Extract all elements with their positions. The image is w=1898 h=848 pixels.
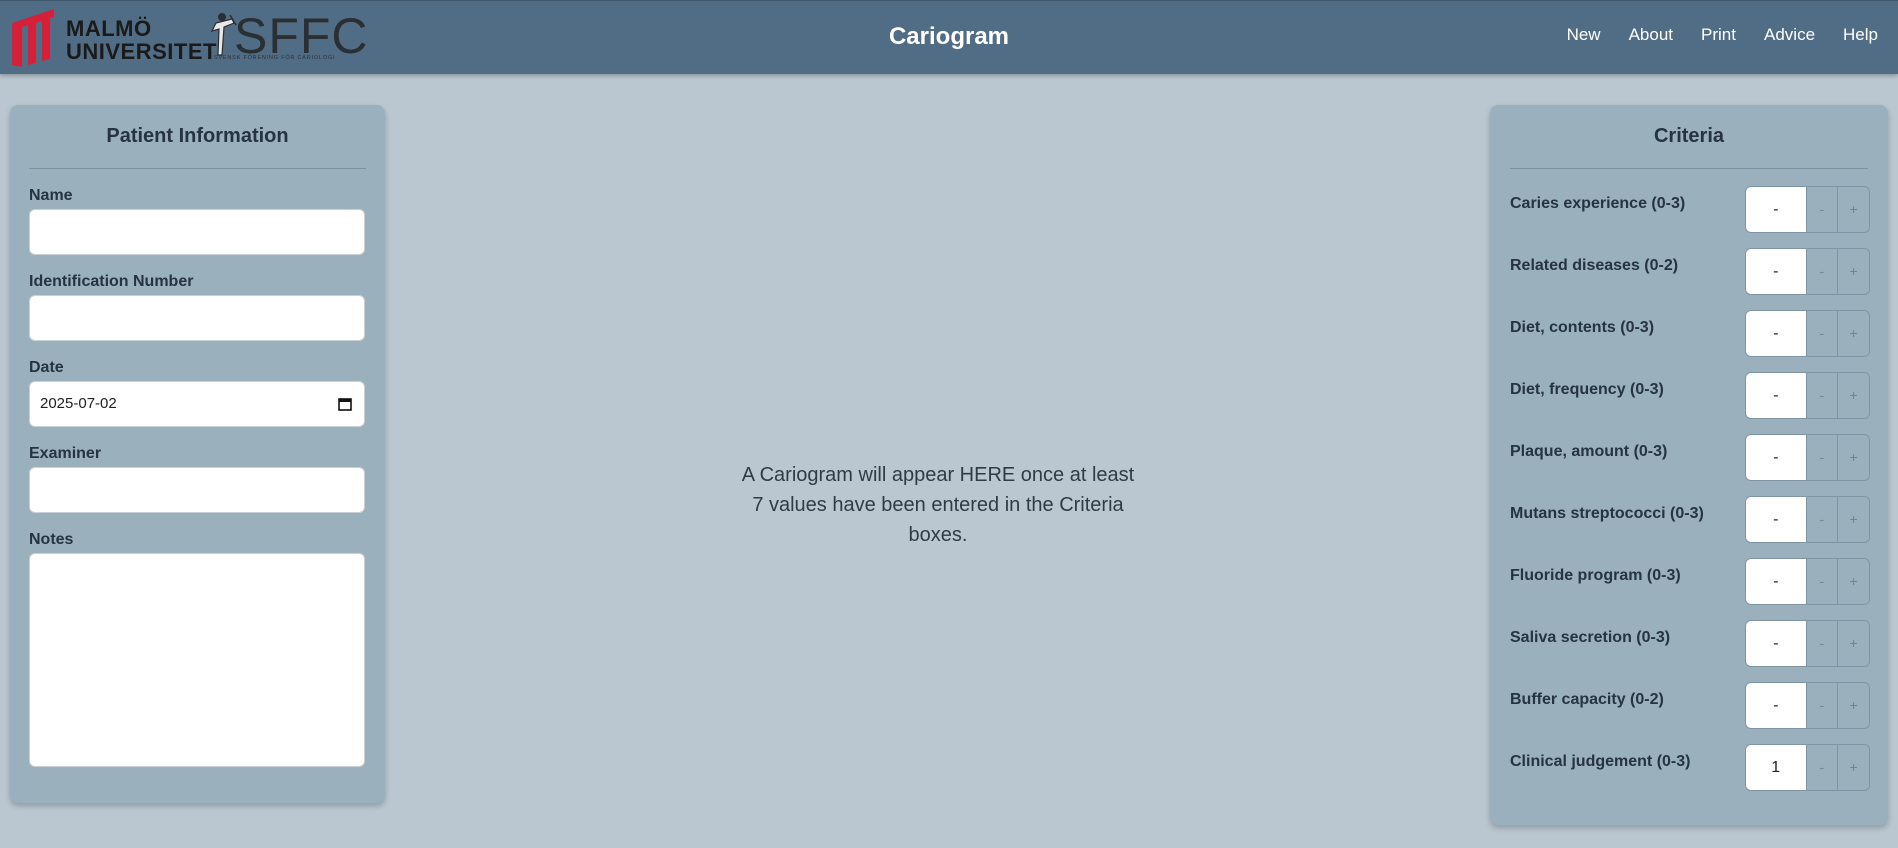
identification-number-label: Identification Number xyxy=(29,273,194,290)
criteria-row-mutans-streptococci: Mutans streptococci (0-3) - - + xyxy=(1510,496,1870,544)
sffc-tagline: SVENSK FÖRENING FÖR CARIOLOGI xyxy=(214,55,336,61)
criteria-label: Fluoride program (0-3) xyxy=(1510,567,1681,584)
criteria-row-diet-contents: Diet, contents (0-3) - - + xyxy=(1510,310,1870,358)
criteria-label: Mutans streptococci (0-3) xyxy=(1510,505,1704,522)
criteria-stepper: - - + xyxy=(1745,434,1870,481)
name-field[interactable] xyxy=(29,209,365,255)
criteria-row-plaque-amount: Plaque, amount (0-3) - - + xyxy=(1510,434,1870,482)
nav-new[interactable]: New xyxy=(1567,25,1601,45)
criteria-row-buffer-capacity: Buffer capacity (0-2) - - + xyxy=(1510,682,1870,730)
criteria-value-field[interactable]: - xyxy=(1746,373,1806,418)
criteria-value-field[interactable]: - xyxy=(1746,497,1806,542)
decrement-button[interactable]: - xyxy=(1805,311,1838,356)
decrement-button[interactable]: - xyxy=(1805,373,1838,418)
decrement-button[interactable]: - xyxy=(1805,559,1838,604)
criteria-row-diet-frequency: Diet, frequency (0-3) - - + xyxy=(1510,372,1870,420)
criteria-stepper: - - + xyxy=(1745,682,1870,729)
criteria-value-field[interactable]: 1 xyxy=(1746,745,1806,790)
criteria-stepper: - - + xyxy=(1745,372,1870,419)
increment-button[interactable]: + xyxy=(1837,249,1869,294)
criteria-row-clinical-judgement: Clinical judgement (0-3) 1 - + xyxy=(1510,744,1870,792)
criteria-label: Caries experience (0-3) xyxy=(1510,195,1686,212)
criteria-stepper: - - + xyxy=(1745,248,1870,295)
criteria-value-field[interactable]: - xyxy=(1746,249,1806,294)
criteria-value-field[interactable]: - xyxy=(1746,683,1806,728)
increment-button[interactable]: + xyxy=(1837,621,1869,666)
date-value: 2025-07-02 xyxy=(40,395,117,412)
increment-button[interactable]: + xyxy=(1837,497,1869,542)
criteria-label: Diet, contents (0-3) xyxy=(1510,319,1655,336)
increment-button[interactable]: + xyxy=(1837,187,1869,232)
criteria-value-field[interactable]: - xyxy=(1746,187,1806,232)
criteria-label: Saliva secretion (0-3) xyxy=(1510,629,1671,646)
criteria-stepper: - - + xyxy=(1745,310,1870,357)
criteria-value-field[interactable]: - xyxy=(1746,435,1806,480)
criteria-label: Buffer capacity (0-2) xyxy=(1510,691,1664,708)
increment-button[interactable]: + xyxy=(1837,559,1869,604)
criteria-label: Clinical judgement (0-3) xyxy=(1510,753,1691,770)
criteria-panel: Criteria Caries experience (0-3) - - + R… xyxy=(1490,105,1888,825)
criteria-stepper: - - + xyxy=(1745,620,1870,667)
decrement-button[interactable]: - xyxy=(1805,249,1838,294)
criteria-panel-divider xyxy=(1510,168,1868,169)
calendar-icon[interactable] xyxy=(338,397,352,411)
criteria-row-caries-experience: Caries experience (0-3) - - + xyxy=(1510,186,1870,234)
decrement-button[interactable]: - xyxy=(1805,745,1838,790)
patient-panel-divider xyxy=(29,168,366,169)
examiner-field[interactable] xyxy=(29,467,365,513)
decrement-button[interactable]: - xyxy=(1805,435,1838,480)
top-header: MALMÖ UNIVERSITET SFFC SVENSK FÖRENING F… xyxy=(0,0,1898,74)
criteria-label: Plaque, amount (0-3) xyxy=(1510,443,1668,460)
increment-button[interactable]: + xyxy=(1837,683,1869,728)
criteria-row-related-diseases: Related diseases (0-2) - - + xyxy=(1510,248,1870,296)
decrement-button[interactable]: - xyxy=(1805,497,1838,542)
date-field[interactable]: 2025-07-02 xyxy=(29,381,365,427)
name-label: Name xyxy=(29,187,73,204)
date-label: Date xyxy=(29,359,64,376)
decrement-button[interactable]: - xyxy=(1805,621,1838,666)
notes-label: Notes xyxy=(29,531,74,548)
nav-advice[interactable]: Advice xyxy=(1764,25,1815,45)
decrement-button[interactable]: - xyxy=(1805,683,1838,728)
placeholder-line-1: A Cariogram will appear HERE once at lea… xyxy=(741,464,1135,486)
criteria-label: Related diseases (0-2) xyxy=(1510,257,1679,274)
increment-button[interactable]: + xyxy=(1837,435,1869,480)
nav-print[interactable]: Print xyxy=(1701,25,1736,45)
identification-number-field[interactable] xyxy=(29,295,365,341)
criteria-stepper: - - + xyxy=(1745,558,1870,605)
criteria-value-field[interactable]: - xyxy=(1746,621,1806,666)
criteria-label: Diet, frequency (0-3) xyxy=(1510,381,1664,398)
nav-help[interactable]: Help xyxy=(1843,25,1878,45)
criteria-stepper: - - + xyxy=(1745,496,1870,543)
patient-panel-title: Patient Information xyxy=(106,125,289,147)
criteria-stepper: - - + xyxy=(1745,186,1870,233)
criteria-row-saliva-secretion: Saliva secretion (0-3) - - + xyxy=(1510,620,1870,668)
criteria-row-fluoride-program: Fluoride program (0-3) - - + xyxy=(1510,558,1870,606)
patient-information-panel: Patient Information Name Identification … xyxy=(10,105,385,803)
criteria-panel-title: Criteria xyxy=(1653,125,1725,147)
criteria-stepper: 1 - + xyxy=(1745,744,1870,791)
criteria-value-field[interactable]: - xyxy=(1746,559,1806,604)
increment-button[interactable]: + xyxy=(1837,373,1869,418)
decrement-button[interactable]: - xyxy=(1805,187,1838,232)
cariogram-placeholder: A Cariogram will appear HERE once at lea… xyxy=(728,460,1148,550)
notes-textarea[interactable] xyxy=(29,553,365,767)
increment-button[interactable]: + xyxy=(1837,745,1869,790)
increment-button[interactable]: + xyxy=(1837,311,1869,356)
main-nav: New About Print Advice Help xyxy=(1539,25,1878,45)
nav-about[interactable]: About xyxy=(1629,25,1673,45)
placeholder-line-2: 7 values have been entered in the Criter… xyxy=(752,494,1124,516)
examiner-label: Examiner xyxy=(29,445,102,462)
criteria-value-field[interactable]: - xyxy=(1746,311,1806,356)
placeholder-line-3: boxes. xyxy=(908,524,968,546)
